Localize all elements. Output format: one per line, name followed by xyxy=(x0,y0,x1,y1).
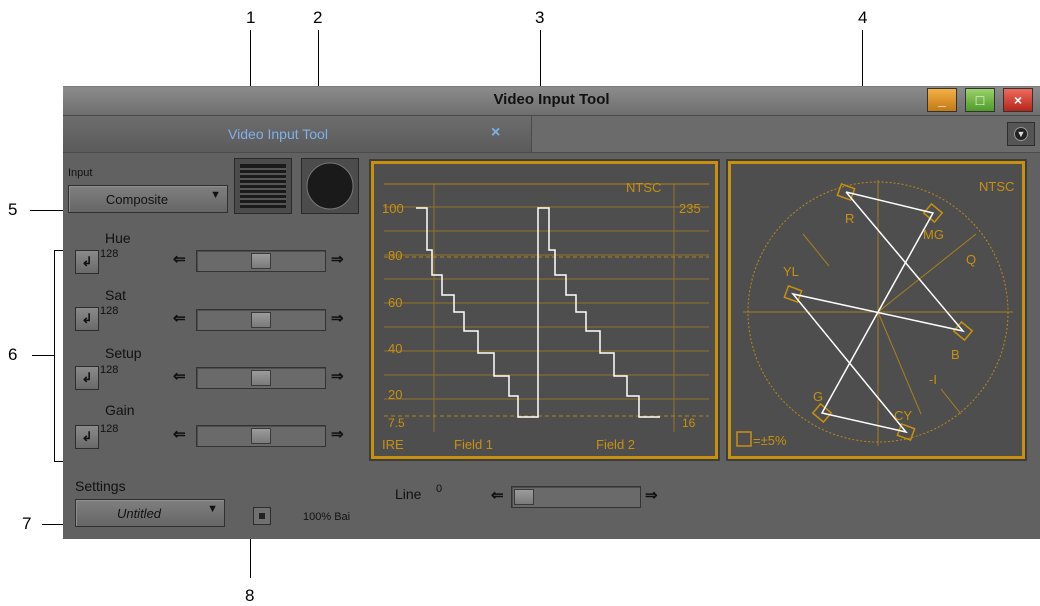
settings-select-value: Untitled xyxy=(116,506,162,521)
vectorscope-circle-icon xyxy=(306,162,354,210)
input-select-value: Composite xyxy=(105,192,169,207)
hue-increase-arrow-icon[interactable]: ⇒ xyxy=(331,250,344,268)
waveform-graph: NTSC 100 80 60 40 20 7.5 235 16 IRE Fiel… xyxy=(382,180,709,452)
setup-reset-button[interactable]: ↲ xyxy=(75,366,99,390)
callout-5: 5 xyxy=(8,200,18,219)
hue-label: Hue xyxy=(105,230,131,246)
color-bars-label: 100% Bai xyxy=(303,511,351,523)
vectorscope-display-button[interactable] xyxy=(301,158,359,214)
ire-100-label: 100 xyxy=(382,201,404,216)
gain-label: Gain xyxy=(105,402,135,418)
gain-value: 128 xyxy=(100,423,119,435)
ire-40-label: 40 xyxy=(388,341,402,356)
gain-increase-arrow-icon[interactable]: ⇒ xyxy=(331,425,344,443)
waveform-lines-icon xyxy=(240,164,286,208)
line-slider-thumb[interactable] xyxy=(514,489,534,505)
line-slider[interactable] xyxy=(511,486,641,508)
callout-bracket-6 xyxy=(54,250,55,461)
hue-decrease-arrow-icon[interactable]: ⇐ xyxy=(173,250,186,268)
sat-slider[interactable] xyxy=(196,309,326,331)
waveform-standard-label: NTSC xyxy=(626,180,661,195)
settings-select[interactable]: Untitled ▼ xyxy=(75,499,225,527)
waveform-monitor: NTSC 100 80 60 40 20 7.5 235 16 IRE Fiel… xyxy=(369,159,720,461)
hue-value: 128 xyxy=(100,248,119,260)
chevron-down-icon: ▼ xyxy=(210,189,221,201)
axis-minus-i-label: -I xyxy=(929,372,937,387)
callout-8: 8 xyxy=(245,586,255,605)
minimize-button[interactable]: _ xyxy=(927,88,957,112)
callout-1: 1 xyxy=(246,8,256,27)
ire-7-5-label: 7.5 xyxy=(388,416,405,430)
close-button[interactable]: × xyxy=(1003,88,1033,112)
title-bar[interactable]: Video Input Tool _ □ × xyxy=(63,87,1040,116)
tab-divider xyxy=(531,116,532,152)
line-decrease-arrow-icon[interactable]: ⇐ xyxy=(491,486,504,504)
sat-decrease-arrow-icon[interactable]: ⇐ xyxy=(173,309,186,327)
callout-3: 3 xyxy=(535,8,545,27)
axis-q-label: Q xyxy=(966,252,976,267)
window-title: Video Input Tool xyxy=(493,91,610,108)
input-label: Input xyxy=(68,167,93,179)
sat-reset-button[interactable]: ↲ xyxy=(75,307,99,331)
hue-slider-thumb[interactable] xyxy=(251,253,271,269)
tab-bar: Video Input Tool × ▼ xyxy=(63,116,1040,153)
tab-close-icon[interactable]: × xyxy=(491,124,500,142)
ire-80-label: 80 xyxy=(388,248,402,263)
callout-7: 7 xyxy=(22,514,32,533)
vectorscope-monitor: NTSC R MG YL Q B -I G CY =±5% xyxy=(726,159,1027,461)
digital-16-label: 16 xyxy=(682,416,696,430)
callout-4: 4 xyxy=(858,8,868,27)
gain-reset-button[interactable]: ↲ xyxy=(75,425,99,449)
chevron-down-icon: ▼ xyxy=(207,503,218,515)
waveform-display-button[interactable] xyxy=(234,158,292,214)
maximize-button[interactable]: □ xyxy=(965,88,995,112)
setup-decrease-arrow-icon[interactable]: ⇐ xyxy=(173,367,186,385)
target-b-label: B xyxy=(951,347,960,362)
hue-slider[interactable] xyxy=(196,250,326,272)
setup-value: 128 xyxy=(100,364,119,376)
field-2-label: Field 2 xyxy=(596,437,635,452)
gain-decrease-arrow-icon[interactable]: ⇐ xyxy=(173,425,186,443)
callout-2: 2 xyxy=(313,8,323,27)
settings-label: Settings xyxy=(75,478,126,494)
target-r-label: R xyxy=(845,211,854,226)
tab-label: Video Input Tool xyxy=(228,126,328,142)
callout-line-6 xyxy=(32,355,54,356)
input-select[interactable]: Composite ▼ xyxy=(68,185,228,213)
ire-unit-label: IRE xyxy=(382,437,404,452)
target-yl-label: YL xyxy=(783,264,799,279)
callout-line-8 xyxy=(250,538,251,578)
sat-slider-thumb[interactable] xyxy=(251,312,271,328)
toggle-indicator-icon xyxy=(259,513,265,519)
target-g-label: G xyxy=(813,389,823,404)
line-label: Line xyxy=(395,486,422,502)
setup-increase-arrow-icon[interactable]: ⇒ xyxy=(331,367,344,385)
hue-reset-button[interactable]: ↲ xyxy=(75,250,99,274)
vectorscope-standard-label: NTSC xyxy=(979,179,1014,194)
panel-menu-button[interactable]: ▼ xyxy=(1007,122,1035,146)
callout-6: 6 xyxy=(8,345,18,364)
ire-20-label: 20 xyxy=(388,387,402,402)
setup-slider-thumb[interactable] xyxy=(251,370,271,386)
gain-slider-thumb[interactable] xyxy=(251,428,271,444)
tab-video-input-tool[interactable]: Video Input Tool × xyxy=(63,116,531,152)
sat-increase-arrow-icon[interactable]: ⇒ xyxy=(331,309,344,327)
sat-value: 128 xyxy=(100,305,119,317)
setup-slider[interactable] xyxy=(196,367,326,389)
gain-slider[interactable] xyxy=(196,425,326,447)
vectorscope-graph: NTSC R MG YL Q B -I G CY =±5% xyxy=(736,179,1014,448)
video-input-tool-window: Video Input Tool _ □ × Video Input Tool … xyxy=(63,86,1040,539)
setup-label: Setup xyxy=(105,345,142,361)
field-1-label: Field 1 xyxy=(454,437,493,452)
menu-chevron-icon: ▼ xyxy=(1014,127,1028,141)
ire-60-label: 60 xyxy=(388,295,402,310)
tolerance-label: =±5% xyxy=(753,433,787,448)
digital-235-label: 235 xyxy=(679,201,701,216)
color-bars-toggle[interactable] xyxy=(253,507,271,525)
target-mg-label: MG xyxy=(923,227,944,242)
target-cy-label: CY xyxy=(894,408,912,423)
line-value: 0 xyxy=(436,483,443,495)
sat-label: Sat xyxy=(105,287,127,303)
line-increase-arrow-icon[interactable]: ⇒ xyxy=(645,486,658,504)
